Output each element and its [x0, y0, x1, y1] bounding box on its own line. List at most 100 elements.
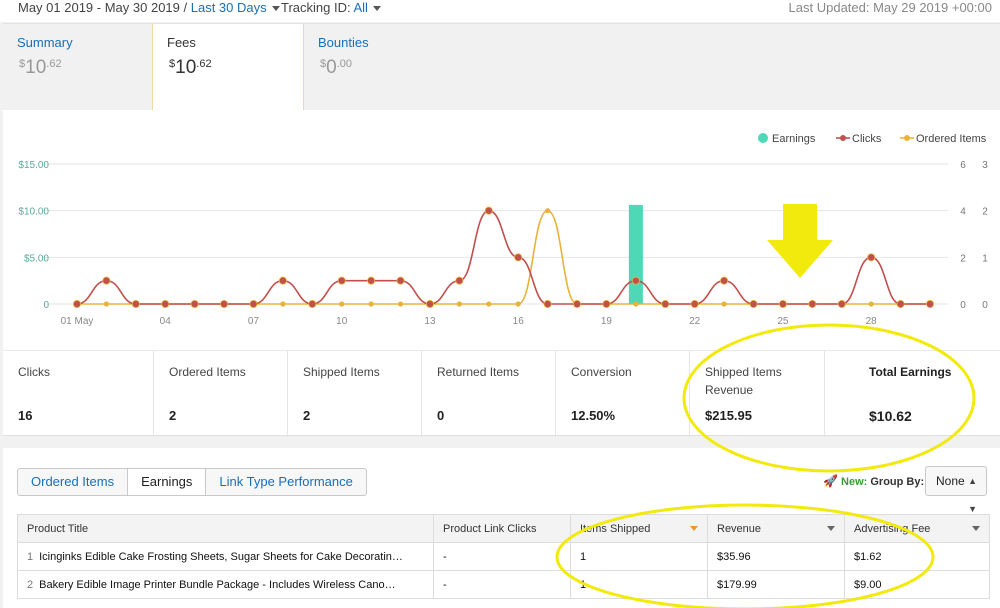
sort-icon[interactable] — [972, 526, 980, 531]
column-header-product-link-clicks[interactable]: Product Link Clicks — [433, 514, 571, 543]
ordered-items-point — [721, 301, 727, 307]
clicks-point — [778, 299, 787, 308]
tab-ordered-items[interactable]: Ordered Items — [18, 469, 129, 495]
metric-returned-items: Returned Items 0 — [422, 351, 556, 437]
report-table-section: Ordered Items Earnings Link Type Perform… — [3, 448, 1000, 608]
column-header-revenue[interactable]: Revenue — [707, 514, 845, 543]
product-title-cell[interactable]: 1 Icinginks Edible Cake Frosting Sheets, … — [17, 542, 434, 571]
ordered-items-point — [456, 301, 462, 307]
clicks-point — [278, 276, 287, 285]
value-cents: .00 — [336, 58, 352, 70]
x-tick-label: 22 — [689, 316, 701, 327]
metric-value: 2 — [169, 408, 177, 423]
items-shipped-cell: 1 — [570, 542, 708, 571]
chevron-down-icon[interactable] — [372, 6, 381, 12]
ordered-items-point — [633, 301, 639, 307]
x-tick-label: 25 — [777, 316, 789, 327]
metric-conversion: Conversion 12.50% — [556, 351, 690, 437]
legend-swatch-point — [840, 135, 846, 141]
group-by-label: 🚀 New: Group By: — [823, 474, 924, 488]
clicks-point — [308, 299, 317, 308]
group-by-value: None — [936, 474, 965, 488]
metric-label: Shipped Items — [303, 365, 380, 379]
earnings-tabs: Summary $10.62 Fees $10.62 Bounties $0.0… — [3, 23, 1000, 125]
metric-label: Clicks — [18, 365, 50, 379]
table-row[interactable]: 2 Bakery Edible Image Printer Bundle Pack… — [17, 570, 990, 599]
tab-label: Summary — [17, 35, 73, 50]
tab-bounties[interactable]: Bounties $0.00 — [304, 24, 454, 110]
x-tick-label: 04 — [160, 316, 172, 327]
ordered-items-point — [545, 208, 551, 214]
tab-value: $10.62 — [169, 57, 212, 79]
sort-desc-icon[interactable] — [690, 526, 698, 531]
metric-label: Shipped Items Revenue — [705, 363, 805, 399]
ordered-items-point — [339, 301, 345, 307]
y-tick-label-right: 4 — [960, 207, 966, 218]
clicks-point — [337, 276, 346, 285]
header-text: Items Shipped — [580, 522, 651, 535]
advertising-fee-cell: $1.62 — [844, 542, 990, 571]
clicks-point — [602, 299, 611, 308]
date-range-text: May 01 2019 - May 30 2019 / — [18, 0, 188, 15]
clicks-point — [573, 299, 582, 308]
date-range-selector[interactable]: May 01 2019 - May 30 2019 / Last 30 Days — [18, 0, 280, 15]
chevron-down-icon[interactable] — [271, 6, 280, 12]
x-tick-label: 13 — [424, 316, 436, 327]
product-title[interactable]: Bakery Edible Image Printer Bundle Packa… — [39, 579, 395, 591]
metric-shipped-items: Shipped Items 2 — [288, 351, 422, 437]
clicks-point — [926, 299, 935, 308]
metric-label: Conversion — [571, 365, 632, 379]
table-header-row: Product Title Product Link Clicks Items … — [17, 514, 990, 543]
clicks-point — [690, 299, 699, 308]
tab-link-type-performance[interactable]: Link Type Performance — [206, 469, 365, 495]
tab-label: Fees — [167, 35, 196, 50]
clicks-point — [161, 299, 170, 308]
earnings-bar — [628, 204, 643, 304]
rocket-icon: 🚀 — [823, 474, 838, 488]
group-by-text: Group By: — [870, 476, 925, 488]
range-preset-link[interactable]: Last 30 Days — [191, 0, 267, 15]
row-index: 2 — [27, 578, 34, 591]
y-tick-label-right-secondary: 2 — [982, 207, 988, 218]
metric-value: $215.95 — [705, 408, 752, 423]
tab-earnings[interactable]: Earnings — [128, 469, 207, 495]
metric-label-text: Shipped Items Revenue — [705, 365, 782, 397]
items-shipped-cell: 1 — [570, 570, 708, 599]
tab-value: $10.62 — [19, 57, 62, 79]
clicks-point — [514, 253, 523, 262]
new-badge: New: — [841, 476, 868, 488]
y-tick-label-left: 0 — [43, 300, 49, 311]
tracking-id-value[interactable]: All — [354, 0, 368, 15]
legend-label: Clicks — [852, 133, 882, 145]
tracking-id-selector[interactable]: Tracking ID: All — [281, 0, 381, 15]
column-header-advertising-fee[interactable]: Advertising Fee — [844, 514, 990, 543]
product-title[interactable]: Icinginks Edible Cake Frosting Sheets, S… — [39, 551, 403, 563]
legend-label: Ordered Items — [916, 133, 987, 145]
ordered-items-point — [103, 301, 110, 307]
product-link-clicks-cell: - — [433, 570, 571, 599]
product-title-cell[interactable]: 2 Bakery Edible Image Printer Bundle Pack… — [17, 570, 434, 599]
tab-fees[interactable]: Fees $10.62 — [152, 24, 304, 125]
clicks-point — [837, 299, 846, 308]
metric-value: 0 — [437, 408, 445, 423]
clicks-point — [249, 299, 258, 308]
value-whole: 10 — [25, 57, 47, 78]
ordered-items-point — [515, 301, 521, 307]
legend-swatch-earnings — [758, 133, 768, 143]
sort-icon[interactable] — [827, 526, 835, 531]
value-whole: 0 — [326, 57, 337, 78]
table-row[interactable]: 1 Icinginks Edible Cake Frosting Sheets, … — [17, 542, 990, 571]
metric-value: $10.62 — [869, 408, 912, 424]
currency-symbol: $ — [320, 58, 327, 70]
column-header-items-shipped[interactable]: Items Shipped — [570, 514, 708, 543]
advertising-fee-cell: $9.00 — [844, 570, 990, 599]
column-header-product-title[interactable]: Product Title — [17, 514, 434, 543]
header-text: Revenue — [717, 522, 762, 535]
earnings-chart-panel: 0 $5.00 $10.00 $15.00 0 2 4 6 0 1 2 3 01 May 04 07 10 13… — [3, 110, 1000, 350]
clicks-point — [720, 276, 729, 285]
ordered-items-point — [397, 301, 404, 307]
group-by-select[interactable]: None ▲ ▼ — [925, 466, 987, 514]
x-tick-label: 16 — [513, 316, 525, 327]
tab-summary[interactable]: Summary $10.62 — [3, 24, 153, 110]
ordered-items-point — [486, 301, 492, 307]
